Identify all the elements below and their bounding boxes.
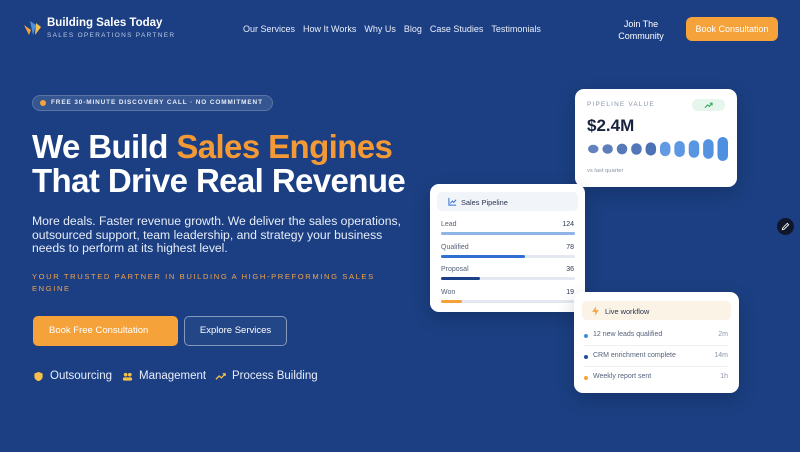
join-label-line1: Join The [623, 19, 659, 29]
pipeline-row-label: Lead [441, 221, 457, 228]
chart-icon [448, 197, 457, 206]
workflow-item-text: CRM enrichment complete [593, 352, 676, 359]
workflow-divider [584, 345, 729, 346]
hero-lede: More deals. Faster revenue growth. We de… [32, 214, 401, 255]
pipeline-value-sparkbars [588, 137, 728, 161]
pipeline-row-track [441, 254, 575, 258]
pipeline-spark-bar [631, 143, 642, 155]
workflow-item-time: 14m [714, 352, 728, 359]
lightning-icon [592, 306, 599, 316]
trend-up-badge [692, 99, 725, 111]
pipeline-row-fill [441, 277, 480, 280]
hero-headline: We Build Sales Engines That Drive Real R… [32, 128, 406, 199]
pipeline-row-value: 36 [566, 266, 574, 273]
pipeline-row-label: Won [441, 288, 456, 296]
feature-management: Management [122, 370, 206, 382]
trend-up-icon [704, 102, 713, 109]
pipeline-value-amount: $2.4M [587, 116, 635, 135]
nav-our-services[interactable]: Our Services [243, 24, 295, 34]
logo-icon[interactable] [22, 19, 42, 37]
live-workflow-title: Live workflow [605, 307, 650, 316]
pipeline-row-track [441, 299, 575, 303]
pipeline-spark-bar [688, 140, 700, 158]
discovery-call-badge: FREE 30-MINUTE DISCOVERY CALL · NO COMMI… [32, 95, 273, 111]
brand-tagline: SALES OPERATIONS PARTNER [47, 32, 176, 39]
pipeline-row-track [441, 232, 575, 235]
shield-icon [34, 371, 43, 381]
workflow-divider [584, 366, 729, 367]
pipeline-spark-bar [717, 137, 728, 161]
feature-label: Outsourcing [50, 370, 113, 382]
sales-pipeline-title: Sales Pipeline [461, 198, 508, 207]
nav-case-studies[interactable]: Case Studies [430, 24, 484, 34]
workflow-item-text: Weekly report sent [593, 373, 652, 380]
trend-icon [215, 372, 226, 380]
pipeline-spark-bar [674, 140, 685, 158]
book-consultation-button[interactable]: Book Consultation [686, 17, 778, 41]
feature-label: Management [139, 370, 207, 382]
pipeline-row-fill [441, 299, 462, 303]
nav-testimonials[interactable]: Testimonials [491, 24, 541, 34]
main-nav: Our Services How It Works Why Us Blog Ca… [243, 24, 549, 34]
pipeline-spark-bar [645, 142, 657, 156]
workflow-item-time: 2m [718, 331, 728, 338]
badge-text: FREE 30-MINUTE DISCOVERY CALL · NO COMMI… [51, 99, 263, 106]
pipeline-value-card: PIPELINE VALUE $2.4M vs last quarter [575, 89, 737, 187]
hero-tagline: YOUR TRUSTED PARTNER IN BUILDING A HIGH-… [32, 272, 375, 293]
pipeline-row-value: 124 [562, 221, 574, 228]
pipeline-row-label: Proposal [441, 266, 469, 273]
badge-dot-icon [40, 100, 46, 106]
team-icon [122, 372, 133, 381]
workflow-status-dot [584, 376, 588, 380]
pipeline-spark-bar [703, 139, 714, 159]
pipeline-row-track [441, 277, 575, 280]
book-free-consultation-button[interactable]: Book Free Consultation [33, 316, 178, 346]
pipeline-spark-bar [602, 144, 613, 154]
headline-accent: Sales Engines [176, 128, 393, 165]
feature-process-building: Process Building [215, 370, 318, 382]
pipeline-row-value: 78 [566, 243, 574, 251]
feature-label: Process Building [232, 370, 318, 382]
join-label-line2: Community [618, 31, 664, 41]
pipeline-value-label: PIPELINE VALUE [587, 101, 655, 108]
brand-name[interactable]: Building Sales Today [47, 17, 162, 29]
workflow-status-dot [584, 334, 588, 338]
pipeline-row-fill [441, 254, 526, 258]
headline-line2: That Drive Real Revenue [32, 162, 406, 199]
explore-services-button[interactable]: Explore Services [184, 316, 287, 346]
pipeline-spark-bar [659, 141, 671, 157]
edit-icon[interactable] [777, 218, 794, 235]
workflow-item-time: 1h [720, 373, 728, 380]
pipeline-row-fill [441, 232, 575, 235]
live-workflow-card: Live workflow 12 new leads qualified 2m CR… [574, 292, 739, 393]
pipeline-row-label: Qualified [441, 243, 469, 251]
workflow-item-text: 12 new leads qualified [593, 331, 663, 338]
nav-why-us[interactable]: Why Us [364, 24, 396, 34]
join-community-link[interactable]: Join The Community [612, 18, 670, 42]
feature-outsourcing: Outsourcing [33, 370, 112, 382]
nav-blog[interactable]: Blog [404, 24, 422, 34]
pipeline-row-value: 19 [566, 288, 574, 296]
nav-how-it-works[interactable]: How It Works [303, 24, 356, 34]
workflow-status-dot [584, 355, 588, 359]
headline-plain: We Build [32, 128, 177, 165]
pipeline-value-note: vs last quarter [587, 168, 624, 174]
pipeline-spark-bar [588, 144, 599, 154]
pipeline-spark-bar [616, 143, 628, 155]
sales-pipeline-card: Sales Pipeline Lead 124 Qualified 78 Proposa… [430, 184, 585, 312]
